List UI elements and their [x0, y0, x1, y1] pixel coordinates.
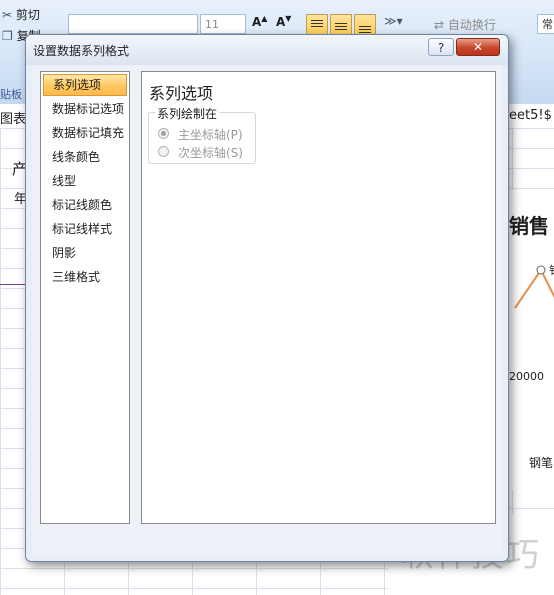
nav-item-line-color[interactable]: 线条颜色 [43, 146, 127, 168]
secondary-axis-radio[interactable] [158, 146, 169, 157]
align-top-button[interactable] [306, 14, 328, 36]
grow-font-button[interactable]: A▲ [252, 14, 267, 29]
font-name-box[interactable] [68, 14, 198, 34]
nav-item-marker-line-color[interactable]: 标记线颜色 [43, 194, 127, 216]
close-button[interactable]: ✕ [456, 38, 500, 56]
clipboard-group-label: 贴板 [0, 88, 22, 101]
cut-button[interactable]: ✂ 剪切 [2, 6, 40, 23]
group-label: 系列绘制在 [155, 105, 220, 122]
name-box[interactable]: 图表 [0, 108, 26, 127]
scissors-icon: ✂ [2, 8, 13, 22]
secondary-axis-label: 次坐标轴(S) [178, 146, 243, 160]
align-bottom-button[interactable] [354, 14, 376, 36]
nav-item-marker-fill[interactable]: 数据标记填充 [43, 122, 127, 144]
nav-item-marker-line-style[interactable]: 标记线样式 [43, 218, 127, 240]
number-format-box[interactable]: 常 [537, 14, 554, 34]
nav-item-3d-format[interactable]: 三维格式 [43, 266, 127, 288]
align-middle-button[interactable] [330, 14, 352, 36]
orientation-button[interactable]: ≫▾ [384, 14, 403, 28]
series-options-panel: 系列选项 系列绘制在 主坐标轴(P) 次坐标轴(S) [141, 71, 496, 524]
formula-input[interactable]: eet5!$ [509, 108, 552, 123]
chart-title: 销售 [509, 214, 549, 238]
shrink-font-button[interactable]: A▼ [276, 14, 291, 29]
chart-area[interactable]: 销售 钅 20000 钢笔 [508, 190, 554, 490]
help-button[interactable]: ? [428, 38, 454, 56]
dialog-titlebar[interactable]: 设置数据系列格式 ? ✕ [26, 35, 508, 65]
plot-series-on-group: 系列绘制在 主坐标轴(P) 次坐标轴(S) [148, 105, 256, 164]
panel-title: 系列选项 [149, 84, 214, 103]
nav-item-series-options[interactable]: 系列选项 [43, 74, 127, 96]
nav-item-marker-options[interactable]: 数据标记选项 [43, 98, 127, 120]
axis-value-label: 20000 [509, 370, 544, 383]
series-marker-label: 钅 [549, 262, 554, 278]
dialog-title: 设置数据系列格式 [33, 44, 130, 58]
nav-item-line-style[interactable]: 线型 [43, 170, 127, 192]
category-label: 钢笔 [529, 456, 554, 470]
wrap-text-button[interactable]: ⇄ 自动换行 [434, 16, 496, 33]
copy-icon: ❐ [2, 29, 13, 43]
series-line [514, 265, 554, 309]
category-list: 系列选项 数据标记选项 数据标记填充 线条颜色 线型 标记线颜色 标记线样式 阴… [40, 71, 130, 524]
nav-item-shadow[interactable]: 阴影 [43, 242, 127, 264]
purple-border-line [0, 284, 26, 285]
primary-axis-radio[interactable] [158, 128, 169, 139]
font-size-box[interactable]: 11 [200, 14, 246, 34]
format-data-series-dialog: 设置数据系列格式 ? ✕ 系列选项 数据标记选项 数据标记填充 线条颜色 线型 … [25, 34, 509, 562]
wrap-text-icon: ⇄ [434, 18, 445, 32]
primary-axis-label: 主坐标轴(P) [178, 128, 243, 142]
